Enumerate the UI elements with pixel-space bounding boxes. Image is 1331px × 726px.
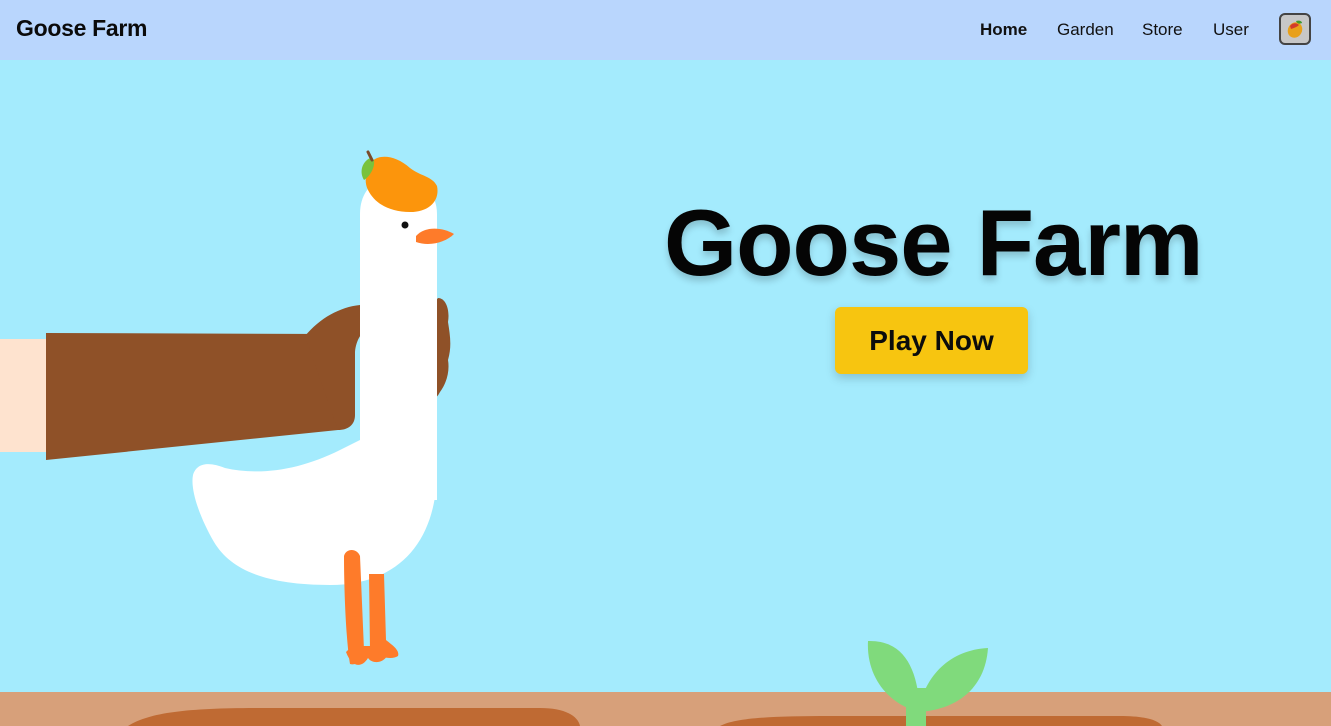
nav-store[interactable]: Store	[1142, 20, 1183, 40]
nav-home[interactable]: Home	[980, 20, 1027, 40]
user-avatar-button[interactable]	[1279, 13, 1311, 45]
brand-logo[interactable]: Goose Farm	[16, 15, 148, 42]
hero-title: Goose Farm	[664, 190, 1204, 295]
mango-icon	[1287, 20, 1303, 38]
ground	[0, 692, 1331, 726]
page: Goose Farm Home Garden Store User Goose …	[0, 0, 1331, 726]
nav-user[interactable]: User	[1213, 20, 1249, 40]
nav-garden[interactable]: Garden	[1057, 20, 1114, 40]
play-now-button[interactable]: Play Now	[835, 307, 1028, 374]
hero-illustration	[0, 150, 1331, 726]
navbar: Goose Farm Home Garden Store User	[0, 0, 1331, 60]
